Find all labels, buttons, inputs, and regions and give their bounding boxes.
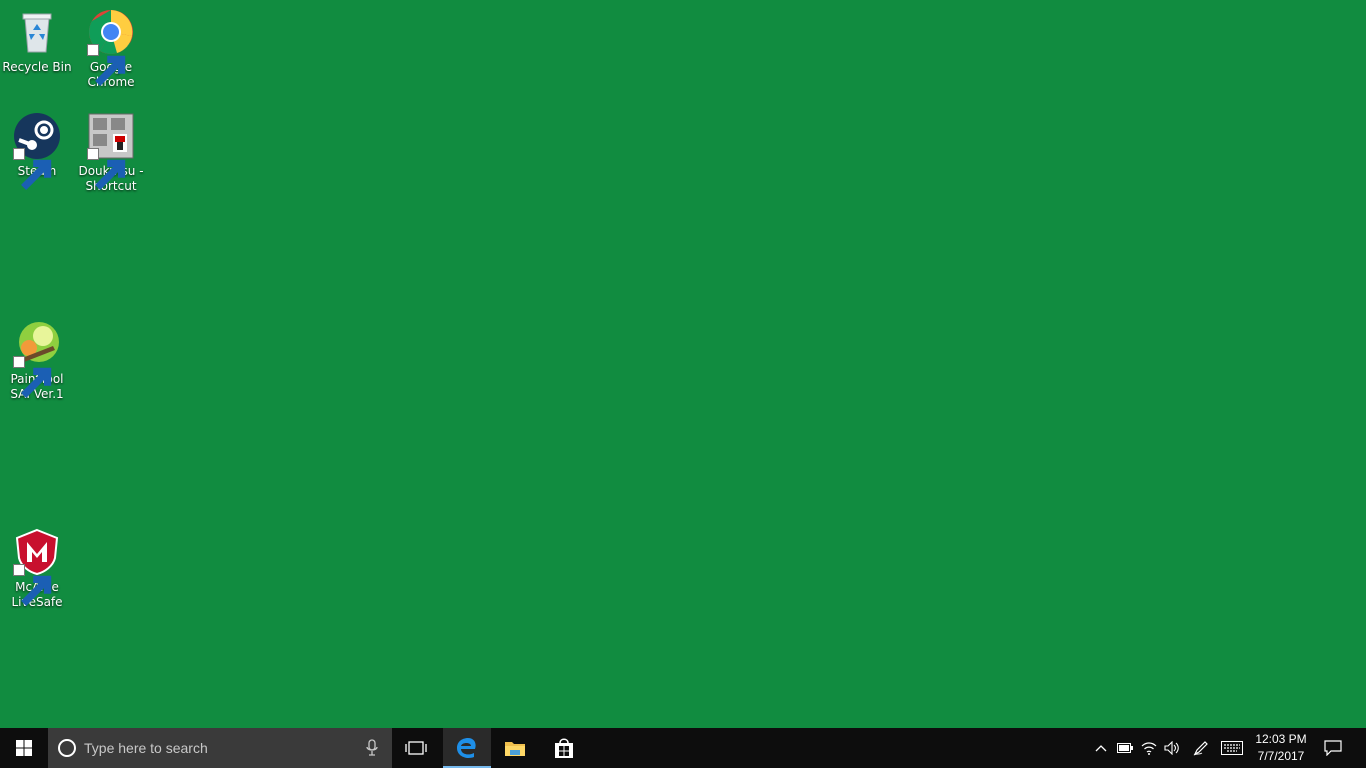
desktop-icon-recycle-bin[interactable]: Recycle Bin — [0, 0, 74, 75]
taskbar-store[interactable] — [540, 728, 588, 768]
search-box[interactable]: Type here to search — [48, 728, 392, 768]
shortcut-arrow-icon — [13, 356, 52, 398]
start-button[interactable] — [0, 728, 48, 768]
battery-icon — [1117, 743, 1133, 753]
cortana-icon — [58, 739, 76, 757]
store-icon — [555, 738, 573, 758]
windows-ink-button[interactable] — [1190, 728, 1212, 768]
taskbar: Type here to search 12:03 PM 7/7/2017 — [0, 728, 1366, 768]
desktop-icon-mcafee[interactable]: McAfee LiveSafe — [0, 520, 74, 610]
clock[interactable]: 12:03 PM 7/7/2017 — [1248, 731, 1314, 765]
shortcut-arrow-icon — [13, 564, 52, 606]
shortcut-arrow-icon — [87, 148, 126, 190]
desktop-icon-steam[interactable]: Steam — [0, 104, 74, 190]
task-view-icon — [405, 741, 427, 755]
clock-time: 12:03 PM — [1255, 732, 1307, 746]
task-view-button[interactable] — [392, 728, 440, 768]
touch-keyboard-button[interactable] — [1218, 728, 1246, 768]
network-button[interactable] — [1138, 728, 1160, 768]
shortcut-arrow-icon — [87, 44, 126, 86]
volume-icon — [1164, 741, 1179, 755]
recycle-bin-icon — [22, 13, 52, 53]
file-explorer-icon — [505, 742, 525, 756]
pen-icon — [1193, 741, 1208, 756]
start-icon — [16, 740, 32, 756]
chevron-up-icon — [1095, 745, 1107, 752]
edge-icon — [457, 738, 476, 758]
desktop-icon-label: Recycle Bin — [2, 60, 72, 74]
volume-button[interactable] — [1161, 728, 1183, 768]
clock-date: 7/7/2017 — [1257, 749, 1305, 763]
action-center-button[interactable] — [1318, 728, 1348, 768]
action-center-icon — [1324, 740, 1342, 756]
search-placeholder: Type here to search — [84, 740, 208, 756]
desktop-icon-google-chrome[interactable]: Google Chrome — [74, 0, 148, 90]
desktop-icon-painttool-sai[interactable]: PaintTool SAI Ver.1 — [0, 312, 74, 402]
taskbar-file-explorer[interactable] — [491, 728, 539, 768]
show-hidden-icons-button[interactable] — [1090, 728, 1112, 768]
taskbar-edge[interactable] — [443, 728, 491, 768]
wifi-icon — [1141, 742, 1157, 755]
microphone-icon[interactable] — [366, 739, 378, 757]
shortcut-arrow-icon — [13, 148, 52, 190]
desktop-icon-doukutsu[interactable]: Doukutsu - Shortcut — [74, 104, 148, 194]
battery-button[interactable] — [1114, 728, 1136, 768]
keyboard-icon — [1221, 741, 1243, 755]
